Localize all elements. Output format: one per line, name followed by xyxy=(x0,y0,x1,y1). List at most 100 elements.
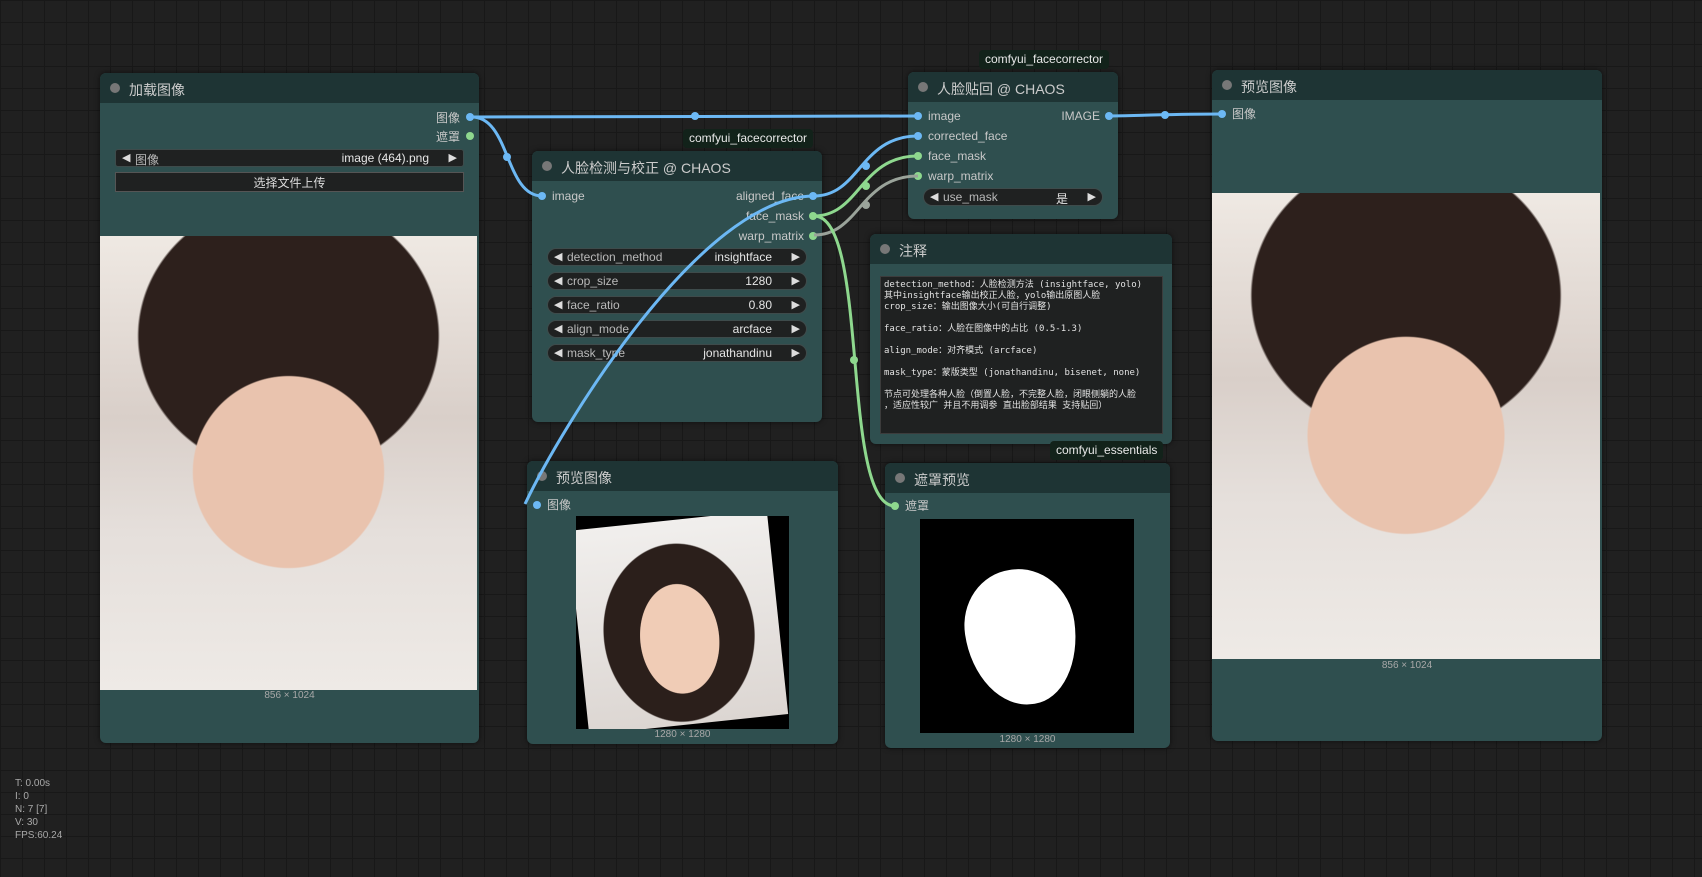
node-load-image[interactable]: 加载图像 图像 遮罩 ◀ 图像 image (464).png ▶ 选择文件上传… xyxy=(100,73,479,743)
input-slot-corrected-face: corrected_face xyxy=(928,129,1008,143)
loaded-image xyxy=(100,236,477,690)
input-dot-corrected-face[interactable] xyxy=(914,132,922,140)
output-slot-aligned-face: aligned_face xyxy=(735,189,804,203)
collapse-dot[interactable] xyxy=(537,471,547,481)
output-dot-warp-matrix[interactable] xyxy=(809,232,817,240)
input-dot-image[interactable] xyxy=(533,501,541,509)
output-dot-image[interactable] xyxy=(1105,112,1113,120)
increment-arrow-icon[interactable]: ▶ xyxy=(792,322,800,335)
widget-value: 是 xyxy=(1055,192,1068,206)
image-size-caption: 1280 × 1280 xyxy=(999,734,1056,745)
node-mask-preview[interactable]: 遮罩预览 遮罩 1280 × 1280 xyxy=(885,463,1170,748)
widget-value: 1280 xyxy=(745,274,772,288)
image-select-widget[interactable]: ◀ 图像 image (464).png ▶ xyxy=(115,149,464,167)
output-slot-image: IMAGE xyxy=(1061,109,1100,123)
node-title-bar[interactable]: 人脸检测与校正 @ CHAOS xyxy=(532,151,822,181)
collapse-dot[interactable] xyxy=(880,244,890,254)
node-badge: comfyui_facecorrector xyxy=(979,50,1110,69)
node-preview-image-mid[interactable]: 预览图像 图像 1280 × 1280 xyxy=(527,461,838,744)
decrement-arrow-icon[interactable]: ◀ xyxy=(930,190,938,203)
collapse-dot[interactable] xyxy=(918,82,928,92)
node-face-paste[interactable]: 人脸贴回 @ CHAOS image corrected_face face_m… xyxy=(908,72,1118,219)
detection-method-widget[interactable]: ◀ detection_method insightface ▶ xyxy=(547,248,807,266)
widget-value: arcface xyxy=(732,322,772,336)
input-dot-image[interactable] xyxy=(538,192,546,200)
node-notes[interactable]: 注释 detection_method：人脸检测方法 (insightface,… xyxy=(870,234,1172,444)
increment-arrow-icon[interactable]: ▶ xyxy=(792,274,800,287)
collapse-dot[interactable] xyxy=(1222,80,1232,90)
wire-midpoint xyxy=(862,201,870,209)
widget-label: align_mode xyxy=(567,322,630,336)
decrement-arrow-icon[interactable]: ◀ xyxy=(554,298,562,311)
node-title: 人脸贴回 @ CHAOS xyxy=(937,81,1065,97)
mask-shape xyxy=(957,562,1085,712)
use-mask-widget[interactable]: ◀ use_mask 是 ▶ xyxy=(923,188,1103,206)
input-dot-face-mask[interactable] xyxy=(914,152,922,160)
image-size-caption: 856 × 1024 xyxy=(264,690,315,701)
image-size-caption: 856 × 1024 xyxy=(1381,660,1433,671)
widget-value: image (464).png xyxy=(341,151,429,165)
widget-value: insightface xyxy=(714,250,772,264)
face-ratio-widget[interactable]: ◀ face_ratio 0.80 ▶ xyxy=(547,296,807,314)
output-dot-aligned-face[interactable] xyxy=(809,192,817,200)
output-slot-image: 图像 xyxy=(435,111,460,125)
wire-midpoint xyxy=(691,112,699,120)
input-dot-image[interactable] xyxy=(914,112,922,120)
node-preview-image-right[interactable]: 预览图像 图像 856 × 1024 xyxy=(1212,70,1602,741)
mask-type-widget[interactable]: ◀ mask_type jonathandinu ▶ xyxy=(547,344,807,362)
node-title-bar[interactable]: 遮罩预览 xyxy=(885,463,1170,493)
wire-midpoint xyxy=(503,153,511,161)
align-mode-widget[interactable]: ◀ align_mode arcface ▶ xyxy=(547,320,807,338)
decrement-arrow-icon[interactable]: ◀ xyxy=(554,274,562,287)
increment-arrow-icon[interactable]: ▶ xyxy=(792,346,800,359)
notes-textarea[interactable]: detection_method：人脸检测方法 (insightface, yo… xyxy=(880,276,1163,434)
input-slot-warp-matrix: warp_matrix xyxy=(928,169,994,183)
node-title-bar[interactable]: 注释 xyxy=(870,234,1172,264)
node-title-bar[interactable]: 预览图像 xyxy=(527,461,838,491)
node-face-detect[interactable]: 人脸检测与校正 @ CHAOS image aligned_face face_… xyxy=(532,151,822,422)
upload-button[interactable]: 选择文件上传 xyxy=(115,172,464,192)
widget-label: face_ratio xyxy=(567,298,620,312)
image-size-caption: 1280 × 1280 xyxy=(654,729,711,740)
collapse-dot[interactable] xyxy=(895,473,905,483)
node-title: 遮罩预览 xyxy=(914,472,970,488)
output-dot-face-mask[interactable] xyxy=(809,212,817,220)
decrement-arrow-icon[interactable]: ◀ xyxy=(554,322,562,335)
wire-matrix-to-paste xyxy=(813,174,919,237)
output-slot-mask: 遮罩 xyxy=(435,130,460,144)
node-title: 人脸检测与校正 @ CHAOS xyxy=(561,160,731,176)
wire-aligned-to-corrected xyxy=(813,134,919,198)
output-dot-image[interactable] xyxy=(466,113,474,121)
widget-value: 0.80 xyxy=(748,298,772,312)
input-slot-face-mask: face_mask xyxy=(928,149,987,163)
collapse-dot[interactable] xyxy=(110,83,120,93)
collapse-dot[interactable] xyxy=(542,161,552,171)
input-dot-warp-matrix[interactable] xyxy=(914,172,922,180)
increment-arrow-icon[interactable]: ▶ xyxy=(449,151,457,164)
node-title-bar[interactable]: 预览图像 xyxy=(1212,70,1602,100)
decrement-arrow-icon[interactable]: ◀ xyxy=(122,151,130,164)
input-dot-image[interactable] xyxy=(1218,110,1226,118)
widget-label: 图像 xyxy=(135,153,160,167)
increment-arrow-icon[interactable]: ▶ xyxy=(792,298,800,311)
widget-label: use_mask xyxy=(943,190,998,204)
input-dot-mask[interactable] xyxy=(891,502,899,510)
widget-value: jonathandinu xyxy=(703,346,772,360)
crop-size-widget[interactable]: ◀ crop_size 1280 ▶ xyxy=(547,272,807,290)
preview-image xyxy=(1212,193,1600,659)
stat-time: T: 0.00s xyxy=(15,778,51,789)
widget-label: crop_size xyxy=(567,274,619,288)
node-title: 加载图像 xyxy=(129,82,185,98)
wire-midpoint xyxy=(850,356,858,364)
output-dot-mask[interactable] xyxy=(466,132,474,140)
decrement-arrow-icon[interactable]: ◀ xyxy=(554,346,562,359)
wire-midpoint xyxy=(862,162,870,170)
output-slot-face-mask: face_mask xyxy=(745,209,804,223)
stat-nodes: N: 7 [7] xyxy=(15,804,48,815)
increment-arrow-icon[interactable]: ▶ xyxy=(1088,190,1096,203)
decrement-arrow-icon[interactable]: ◀ xyxy=(554,250,562,263)
node-title-bar[interactable]: 人脸贴回 @ CHAOS xyxy=(908,72,1118,102)
increment-arrow-icon[interactable]: ▶ xyxy=(792,250,800,263)
mask-image xyxy=(920,519,1134,733)
node-title-bar[interactable]: 加载图像 xyxy=(100,73,479,103)
